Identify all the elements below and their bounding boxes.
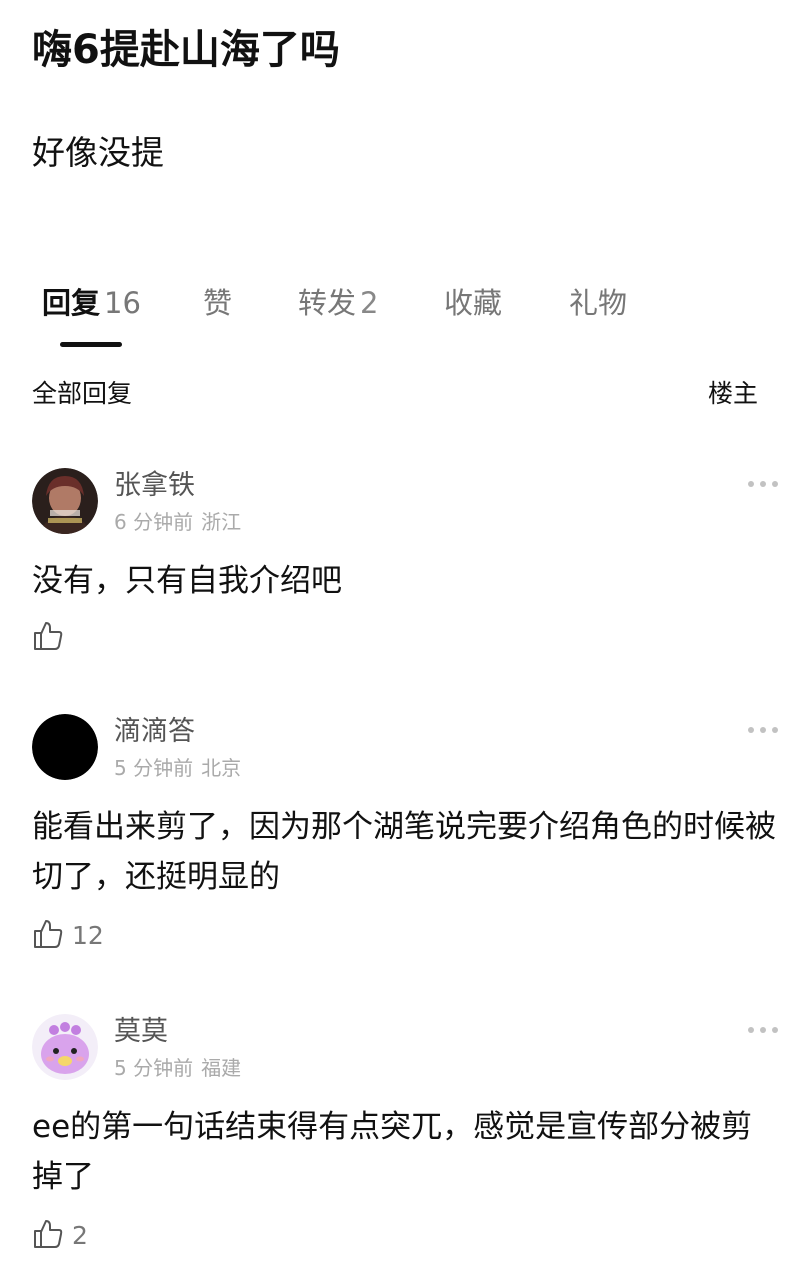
tab-reposts[interactable]: 转发 2: [298, 278, 378, 328]
tab-label: 回复: [42, 286, 101, 320]
comment-location: 北京: [201, 756, 242, 780]
comment-meta: 6 分钟前 浙江: [114, 508, 241, 536]
comment-meta: 5 分钟前 北京: [114, 754, 241, 782]
tab-label: 收藏: [444, 286, 503, 320]
comment-time: 6 分钟前: [114, 510, 194, 534]
tab-label: 转发: [298, 286, 357, 320]
comment-text: 能看出来剪了，因为那个湖笔说完要介绍角色的时候被切了，还挺明显的: [32, 809, 776, 895]
reply-header: 全部回复 楼主: [0, 372, 812, 416]
all-replies-filter[interactable]: 全部回复: [32, 372, 132, 416]
purple-cartoon-avatar-icon[interactable]: [32, 1014, 98, 1080]
op-only-filter[interactable]: 楼主: [708, 372, 758, 416]
thumbs-up-icon: [34, 1220, 63, 1248]
tab-favorites[interactable]: 收藏: [444, 278, 502, 328]
comment-username[interactable]: 滴滴答: [114, 714, 195, 750]
more-dots-icon[interactable]: [748, 720, 780, 740]
comment-meta: 5 分钟前 福建: [114, 1054, 241, 1082]
comment-location: 浙江: [201, 510, 242, 534]
comment-location: 福建: [201, 1056, 242, 1080]
tab-count: 16: [104, 286, 141, 320]
post-body: 好像没提: [32, 133, 164, 172]
comment-item: 莫莫 5 分钟前 福建 ee的第一句话结束得有点突兀，感觉是宣传部分被剪掉了 2: [0, 1014, 812, 1264]
tab-label: 赞: [203, 286, 233, 320]
photo-avatar-icon[interactable]: [32, 468, 98, 534]
post-title: 嗨6提赴山海了吗: [32, 27, 340, 73]
comment-time: 5 分钟前: [114, 1056, 194, 1080]
comment-username[interactable]: 莫莫: [114, 1014, 168, 1050]
like-count: 2: [72, 1221, 88, 1250]
like-count: 12: [72, 921, 104, 950]
tab-label: 礼物: [569, 286, 628, 320]
comment-time: 5 分钟前: [114, 756, 194, 780]
comment-text: 没有，只有自我介绍吧: [32, 563, 342, 599]
tab-replies[interactable]: 回复 16: [42, 278, 141, 328]
thumbs-up-icon: [34, 622, 63, 650]
comment-item: 滴滴答 5 分钟前 北京 能看出来剪了，因为那个湖笔说完要介绍角色的时候被切了，还…: [0, 714, 812, 964]
comment-item: 张拿铁 6 分钟前 浙江 没有，只有自我介绍吧: [0, 468, 812, 658]
comment-username[interactable]: 张拿铁: [114, 468, 195, 504]
comment-text: ee的第一句话结束得有点突兀，感觉是宣传部分被剪掉了: [32, 1109, 753, 1195]
black-circle-avatar-icon[interactable]: [32, 714, 98, 780]
tab-likes[interactable]: 赞: [203, 278, 232, 328]
more-dots-icon[interactable]: [748, 474, 780, 494]
tab-count: 2: [360, 286, 379, 320]
active-tab-indicator: [60, 342, 122, 347]
more-dots-icon[interactable]: [748, 1020, 780, 1040]
tab-bar: 回复 16 赞 转发 2 收藏 礼物: [0, 278, 812, 348]
thumbs-up-icon: [34, 920, 63, 948]
tab-gifts[interactable]: 礼物: [569, 278, 627, 328]
